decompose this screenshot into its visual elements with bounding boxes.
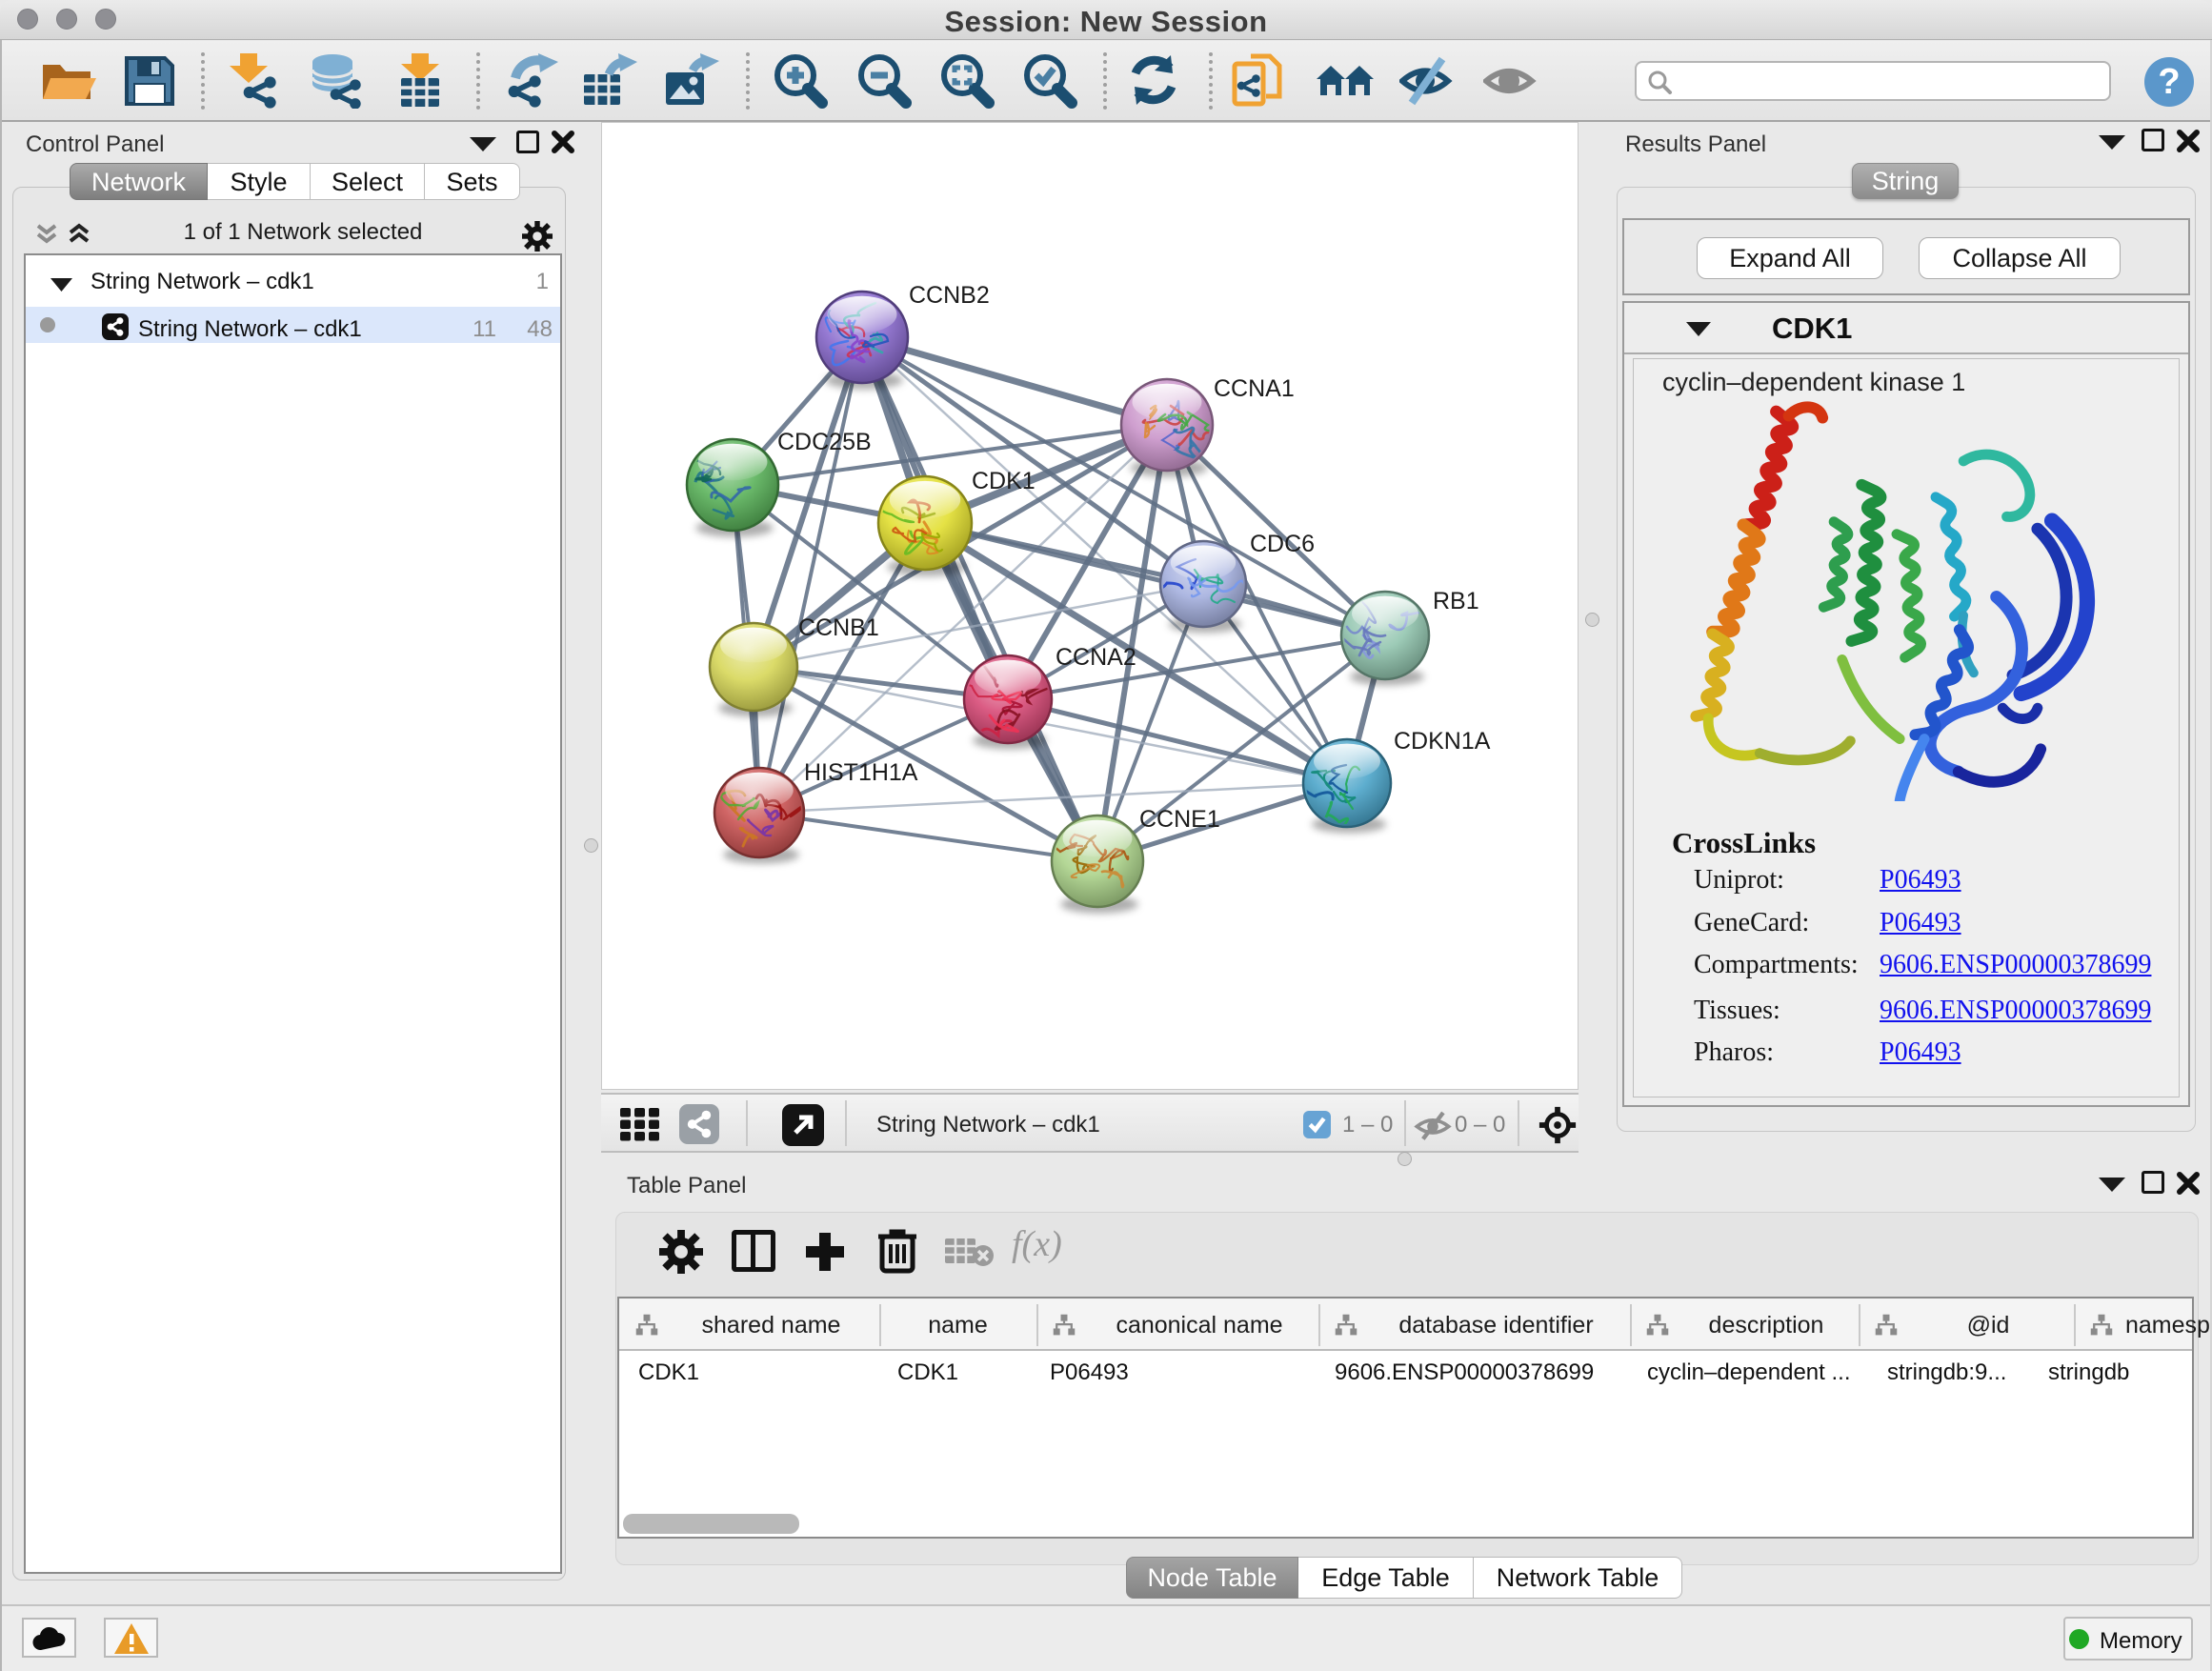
- svg-text:CDKN1A: CDKN1A: [1394, 728, 1491, 755]
- svg-text:CCNA2: CCNA2: [1056, 644, 1136, 671]
- svg-text:CCNA1: CCNA1: [1214, 375, 1295, 402]
- svg-text:RB1: RB1: [1433, 588, 1479, 614]
- svg-text:CCNB1: CCNB1: [798, 614, 879, 641]
- svg-text:CDC6: CDC6: [1250, 531, 1315, 557]
- svg-text:HIST1H1A: HIST1H1A: [804, 759, 918, 786]
- svg-text:CCNE1: CCNE1: [1139, 806, 1220, 833]
- svg-text:CCNB2: CCNB2: [909, 282, 990, 309]
- svg-text:CDC25B: CDC25B: [777, 429, 872, 455]
- svg-text:CDK1: CDK1: [972, 468, 1036, 494]
